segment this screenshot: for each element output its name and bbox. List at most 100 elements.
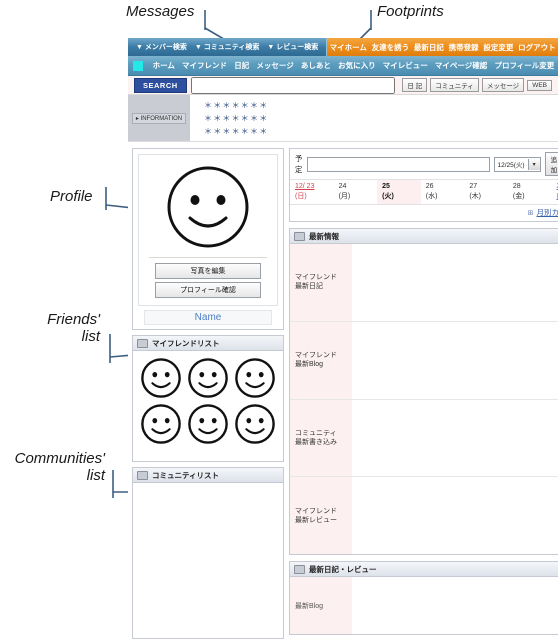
monthly-calendar-link[interactable]: 月別カレンダー bbox=[537, 207, 558, 218]
friend-avatar-icon[interactable] bbox=[140, 357, 182, 399]
calendar-day-dow: (金) bbox=[512, 193, 525, 200]
nav-item-edit-profile[interactable]: プロフィール変更 bbox=[494, 60, 554, 71]
annotation-communities-line1: Communities' bbox=[14, 450, 105, 467]
main-navigation-bar: ホーム マイフレンド 日記 メッセージ あしあと お気に入り マイレビュー マイ… bbox=[128, 56, 558, 76]
diary-icon bbox=[294, 564, 305, 574]
search-menu-group: ▼ メンバー検索 ▼ コミュニティ検索 ▼ レビュー検索 bbox=[128, 38, 328, 56]
friends-icon bbox=[137, 338, 148, 348]
calendar-day-cell[interactable]: 24 (月) bbox=[334, 180, 378, 204]
communities-icon bbox=[137, 470, 148, 480]
latest-diary-title: 最新日記・レビュー bbox=[309, 564, 377, 574]
sns-page: ▼ メンバー検索 ▼ コミュニティ検索 ▼ レビュー検索 マイホーム 友達を誘う… bbox=[128, 38, 558, 639]
right-column: 予定 12/25(火) ▾ 追加 ≤ ≥ 12/ 23 bbox=[289, 148, 558, 635]
calendar-day-date: 25 bbox=[382, 183, 390, 190]
profile-avatar-icon[interactable] bbox=[164, 163, 252, 251]
calendar-day-cell-today[interactable]: 25 (火) bbox=[377, 180, 421, 204]
annotation-friends-list-line2: list bbox=[81, 328, 100, 345]
information-item[interactable]: ＊＊＊＊＊＊＊ bbox=[204, 112, 558, 125]
link-latest-diary[interactable]: 最新日記 bbox=[414, 42, 444, 53]
friend-avatar-icon[interactable] bbox=[140, 403, 182, 445]
calendar-day-cell[interactable]: 27 (木) bbox=[464, 180, 508, 204]
latest-news-panel: 最新情報 マイフレンド 最新日記 マイフレンド 最新Blog コミュニティ 最新… bbox=[289, 228, 558, 555]
nav-item-favorites[interactable]: お気に入り bbox=[338, 60, 376, 71]
link-invite-friends[interactable]: 友達を誘う bbox=[372, 42, 410, 53]
nav-accent-swatch bbox=[133, 60, 143, 71]
nav-item-my-review[interactable]: マイレビュー bbox=[383, 60, 428, 71]
schedule-input[interactable] bbox=[306, 156, 490, 172]
content-columns: 写真を編集 プロフィール確認 Name マイフレンドリスト コミュニティリスト … bbox=[128, 142, 558, 639]
annotation-messages: Messages bbox=[126, 3, 195, 20]
calendar-footer: ⊞ 月別カレンダー bbox=[290, 205, 558, 221]
friend-row bbox=[137, 357, 279, 399]
check-profile-button[interactable]: プロフィール確認 bbox=[155, 282, 261, 298]
information-item[interactable]: ＊＊＊＊＊＊＊ bbox=[204, 125, 558, 138]
link-mobile-registration[interactable]: 携帯登録 bbox=[449, 42, 479, 53]
calendar-day-date: 27 bbox=[469, 183, 478, 190]
calendar-panel: 予定 12/25(火) ▾ 追加 ≤ ≥ 12/ 23 bbox=[289, 148, 558, 222]
information-label-cell: ▸ INFORMATION bbox=[128, 95, 190, 141]
news-label-line2: 最新日記 bbox=[295, 283, 323, 291]
search-scope-web[interactable]: WEB bbox=[527, 79, 552, 91]
profile-panel: 写真を編集 プロフィール確認 Name bbox=[132, 148, 284, 330]
nav-item-my-page-check[interactable]: マイページ確認 bbox=[435, 60, 487, 71]
friend-avatar-icon[interactable] bbox=[234, 403, 276, 445]
nav-item-my-friend[interactable]: マイフレンド bbox=[182, 60, 227, 71]
menu-community-search[interactable]: ▼ コミュニティ検索 bbox=[195, 42, 259, 52]
search-button[interactable]: SEARCH bbox=[134, 77, 187, 93]
date-select-value: 12/25(火) bbox=[497, 162, 525, 169]
information-item[interactable]: ＊＊＊＊＊＊＊ bbox=[204, 99, 558, 112]
friend-avatar-icon[interactable] bbox=[187, 357, 229, 399]
calendar-day-dow: (水) bbox=[425, 193, 438, 200]
nav-item-diary[interactable]: 日記 bbox=[234, 60, 249, 71]
schedule-label: 予定 bbox=[295, 154, 303, 174]
information-label[interactable]: ▸ INFORMATION bbox=[131, 112, 187, 124]
calendar-day-cell[interactable]: 26 (水) bbox=[421, 180, 465, 204]
latest-diary-body: 最新Blog bbox=[290, 577, 558, 634]
nav-item-home[interactable]: ホーム bbox=[153, 60, 175, 71]
latest-diary-label-text: 最新Blog bbox=[295, 602, 324, 610]
calendar-schedule-row: 予定 12/25(火) ▾ 追加 ≤ ≥ bbox=[290, 149, 558, 180]
nav-item-messages[interactable]: メッセージ bbox=[256, 60, 293, 71]
friends-list-title: マイフレンドリスト bbox=[152, 338, 220, 348]
calendar-day-cell[interactable]: 28 (金) bbox=[508, 180, 552, 204]
add-schedule-button[interactable]: 追加 bbox=[544, 152, 558, 176]
menu-member-search[interactable]: ▼ メンバー検索 bbox=[136, 42, 187, 52]
communities-list-panel: コミュニティリスト bbox=[132, 467, 284, 639]
edit-photo-button[interactable]: 写真を編集 bbox=[155, 263, 261, 279]
nav-item-footprints[interactable]: あしあと bbox=[301, 60, 331, 71]
news-label-line1: マイフレンド bbox=[295, 507, 337, 515]
information-section: ▸ INFORMATION ＊＊＊＊＊＊＊ ＊＊＊＊＊＊＊ ＊＊＊＊＊＊＊ bbox=[128, 95, 558, 142]
communities-list-body bbox=[133, 483, 283, 638]
news-row-label: マイフレンド 最新レビュー bbox=[290, 477, 352, 554]
news-icon bbox=[294, 231, 305, 241]
top-utility-bar: ▼ メンバー検索 ▼ コミュニティ検索 ▼ レビュー検索 マイホーム 友達を誘う… bbox=[128, 38, 558, 56]
news-row-label: マイフレンド 最新Blog bbox=[290, 321, 352, 399]
search-input[interactable] bbox=[190, 76, 396, 94]
link-logout[interactable]: ログアウト bbox=[518, 42, 556, 53]
link-settings[interactable]: 設定変更 bbox=[483, 42, 513, 53]
news-label-line1: コミュニティ bbox=[295, 429, 337, 437]
friend-row bbox=[137, 403, 279, 445]
search-bar: SEARCH 日 記 コミュニティ メッセージ WEB bbox=[128, 76, 558, 95]
calendar-day-cell[interactable]: 29 (土) bbox=[551, 180, 558, 204]
latest-diary-row-label: 最新Blog bbox=[290, 577, 352, 634]
search-scope-message[interactable]: メッセージ bbox=[481, 78, 525, 92]
search-scope-diary[interactable]: 日 記 bbox=[402, 78, 428, 92]
calendar-day-cell[interactable]: 12/ 23 (日) bbox=[290, 180, 334, 204]
date-select[interactable]: 12/25(火) ▾ bbox=[493, 156, 541, 172]
menu-review-search[interactable]: ▼ レビュー検索 bbox=[267, 42, 318, 52]
friend-avatar-icon[interactable] bbox=[234, 357, 276, 399]
latest-news-title: 最新情報 bbox=[309, 231, 339, 241]
friend-avatar-icon[interactable] bbox=[187, 403, 229, 445]
news-row-friends-review: マイフレンド 最新レビュー bbox=[290, 477, 558, 554]
chevron-down-icon: ▾ bbox=[527, 158, 540, 170]
latest-news-body: マイフレンド 最新日記 マイフレンド 最新Blog コミュニティ 最新書き込み … bbox=[290, 244, 558, 554]
calendar-week-row: 12/ 23 (日) 24 (月) 25 (火) 26 (水) 27 (木) 2… bbox=[290, 180, 558, 205]
top-utility-links: マイホーム 友達を誘う 最新日記 携帯登録 設定変更 ログアウト bbox=[327, 38, 558, 56]
news-row-friends-blog: マイフレンド 最新Blog bbox=[290, 321, 558, 400]
friends-list-body bbox=[133, 351, 283, 461]
latest-diary-header: 最新日記・レビュー bbox=[290, 562, 558, 577]
calendar-day-dow: (火) bbox=[382, 193, 394, 200]
search-scope-community[interactable]: コミュニティ bbox=[430, 78, 479, 92]
link-my-home[interactable]: マイホーム bbox=[330, 42, 367, 53]
